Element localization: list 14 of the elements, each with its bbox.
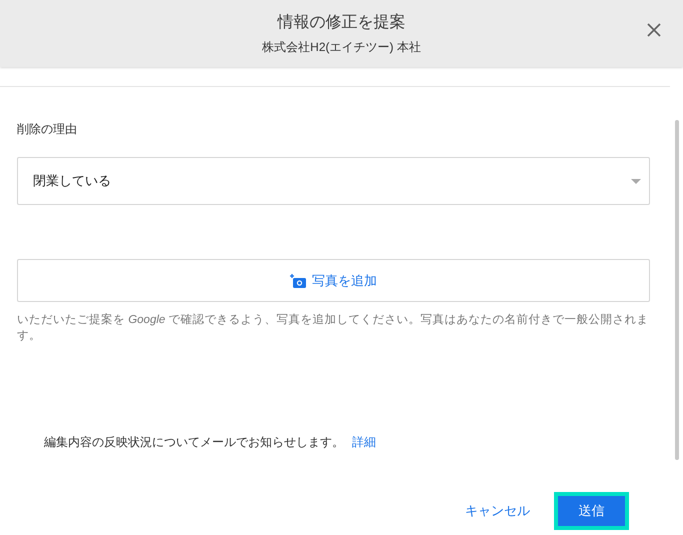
- reason-select[interactable]: 閉業している: [17, 157, 650, 205]
- add-photo-icon: [290, 272, 306, 288]
- reason-label: 削除の理由: [17, 121, 77, 138]
- photo-help-text: いただいたご提案を Google で確認できるよう、写真を追加してください。写真はあなたの名前付きで一般公開されます。: [17, 312, 650, 344]
- dialog-title: 情報の修正を提案: [278, 12, 406, 32]
- email-notice-text: 編集内容の反映状況についてメールでお知らせします。: [44, 434, 344, 451]
- scrollbar-thumb[interactable]: [675, 120, 679, 460]
- dialog-subtitle: 株式会社H2(エイチツー) 本社: [262, 38, 421, 56]
- add-photo-button[interactable]: 写真を追加: [17, 259, 650, 302]
- close-button[interactable]: [645, 21, 663, 39]
- cancel-button[interactable]: キャンセル: [461, 498, 534, 524]
- dropdown-caret-icon: [631, 178, 641, 184]
- submit-button[interactable]: 送信: [558, 496, 625, 526]
- details-link[interactable]: 詳細: [352, 434, 376, 451]
